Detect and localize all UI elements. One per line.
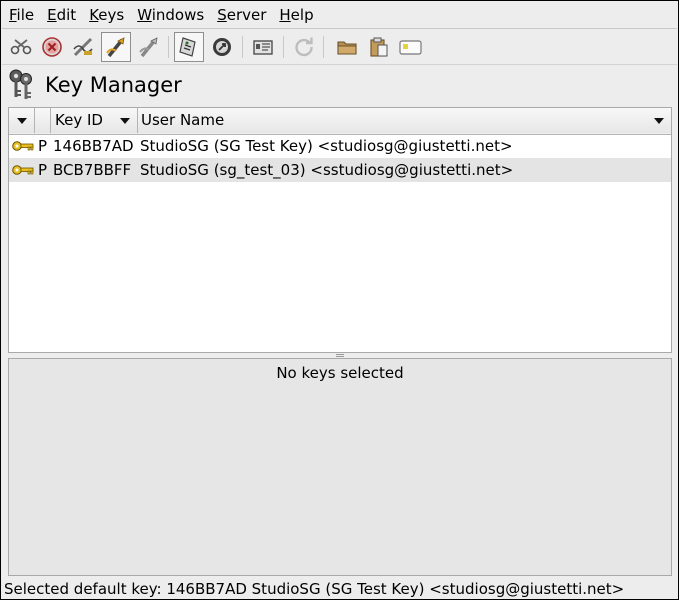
menu-help-rest: elp [290, 6, 314, 24]
pane-splitter[interactable] [336, 354, 344, 357]
menu-keys[interactable]: Keys [82, 3, 130, 27]
public-key-icon [12, 165, 34, 175]
menu-file-rest: ile [16, 6, 35, 24]
export-key-icon [179, 37, 196, 57]
table-row[interactable]: P BCB7BBFF StudioSG (sg_test_03) <sstudi… [9, 158, 671, 182]
column-header-type[interactable] [35, 108, 51, 133]
export-key-button[interactable] [174, 32, 204, 62]
edit-key-button[interactable] [134, 32, 164, 62]
clipboard-icon [399, 40, 422, 55]
menu-keys-mnemonic: K [89, 6, 99, 24]
menu-help[interactable]: Help [272, 3, 319, 27]
refresh-icon [295, 37, 313, 57]
menu-keys-rest: eys [98, 6, 125, 24]
edit-key-icon [139, 37, 158, 58]
delete-icon [42, 37, 62, 57]
column-header-user-name[interactable]: User Name [138, 108, 671, 133]
public-key-icon [12, 141, 34, 151]
menu-windows-rest: indows [151, 6, 205, 24]
key-id: BCB7BBFF [53, 161, 132, 179]
generate-key-icon [106, 37, 125, 58]
menu-file[interactable]: File [2, 3, 40, 27]
menu-server-rest: erver [226, 6, 267, 24]
key-info-icon [253, 40, 273, 55]
column-header-icon[interactable] [9, 108, 35, 133]
user-name: StudioSG (sg_test_03) <sstudiosg@giustet… [140, 161, 514, 179]
key-details-pane: No keys selected [8, 358, 672, 576]
toolbar-separator [323, 36, 324, 58]
menu-file-mnemonic: F [9, 6, 17, 24]
generate-key-button[interactable] [101, 32, 131, 62]
page-title: Key Manager [45, 73, 182, 97]
key-list[interactable]: Key ID User Name P 146BB7AD StudioSG (SG… [8, 107, 672, 353]
menu-windows-mnemonic: W [137, 6, 152, 24]
toolbar [2, 30, 677, 63]
menu-separator [2, 28, 677, 29]
table-header: Key ID User Name [9, 108, 671, 135]
paste-icon [370, 37, 388, 57]
toolbar-separator [168, 36, 169, 58]
toolbar-separator [242, 36, 243, 58]
cut-button[interactable] [6, 32, 36, 62]
sign-key-icon [73, 37, 93, 57]
toolbar-separator [283, 36, 284, 58]
delete-button[interactable] [37, 32, 67, 62]
key-manager-window: File Edit Keys Windows Server Help Key M… [0, 0, 679, 600]
chevron-down-icon [654, 118, 664, 124]
status-bar: Selected default key: 146BB7AD StudioSG … [4, 580, 625, 598]
menu-server-mnemonic: S [217, 6, 227, 24]
keyserver-icon [213, 38, 231, 56]
paste-button[interactable] [364, 32, 394, 62]
open-icon [337, 41, 357, 55]
toolbar-border [2, 64, 677, 65]
column-header-user-name-label: User Name [141, 111, 225, 129]
column-header-key-id-label: Key ID [55, 111, 103, 129]
keyserver-button[interactable] [207, 32, 237, 62]
chevron-down-icon [17, 118, 27, 124]
refresh-button[interactable] [289, 32, 319, 62]
details-message: No keys selected [276, 364, 404, 382]
menu-edit-mnemonic: E [47, 6, 57, 24]
key-type: P [38, 161, 48, 179]
menu-bar: File Edit Keys Windows Server Help [2, 2, 677, 28]
sign-key-button[interactable] [68, 32, 98, 62]
menu-edit-rest: dit [56, 6, 77, 24]
table-row[interactable]: P 146BB7AD StudioSG (SG Test Key) <studi… [9, 134, 671, 158]
menu-server[interactable]: Server [210, 3, 272, 27]
clipboard-button[interactable] [395, 32, 425, 62]
user-name: StudioSG (SG Test Key) <studiosg@giustet… [140, 137, 513, 155]
menu-windows[interactable]: Windows [130, 3, 210, 27]
column-header-key-id[interactable]: Key ID [51, 108, 138, 133]
key-manager-logo-icon [9, 69, 32, 99]
key-id: 146BB7AD [53, 137, 134, 155]
key-info-button[interactable] [248, 32, 278, 62]
cut-icon [10, 39, 32, 55]
menu-edit[interactable]: Edit [40, 3, 82, 27]
chevron-down-icon [120, 118, 130, 124]
menu-help-mnemonic: H [279, 6, 291, 24]
key-type: P [38, 137, 48, 155]
open-button[interactable] [332, 32, 362, 62]
